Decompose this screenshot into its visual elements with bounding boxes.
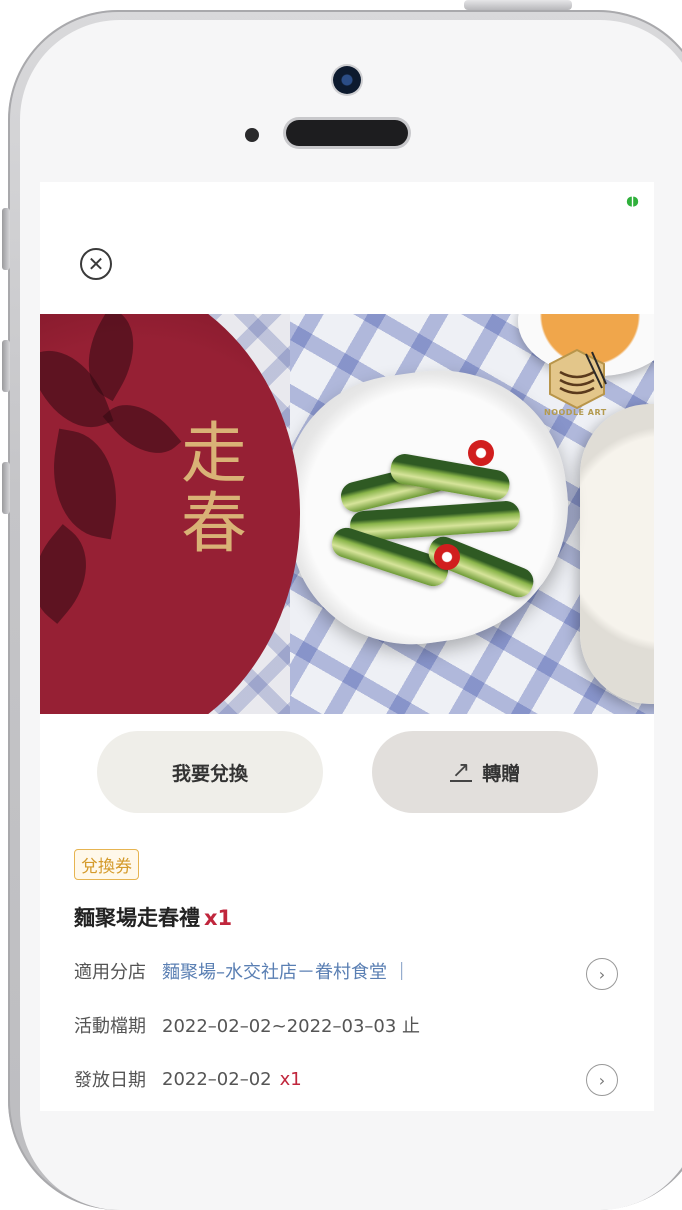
period-label: 活動檔期 xyxy=(74,1016,146,1037)
issue-date-value: 2022–02–02 xyxy=(162,1068,272,1090)
front-camera xyxy=(333,66,361,94)
battery-icon: ◖◗ xyxy=(626,194,639,209)
issue-date-row: 發放日期 2022–02–02 x1 xyxy=(74,1066,302,1092)
redeem-label: 我要兌換 xyxy=(171,762,248,785)
product-name: 麵聚場走春禮 xyxy=(74,906,200,930)
redeem-button[interactable]: 我要兌換 xyxy=(97,731,323,813)
coupon-type-badge: 兌換券 xyxy=(74,849,139,880)
store-value[interactable]: 麵聚場–水交社店－眷村食堂 ｜ xyxy=(162,958,411,984)
proximity-sensor xyxy=(245,128,259,142)
store-row: 適用分店 麵聚場–水交社店－眷村食堂 ｜ xyxy=(74,958,411,984)
chevron-right-icon: › xyxy=(598,964,606,984)
issue-detail-button[interactable]: › xyxy=(586,1064,618,1096)
banner-title: 走春 xyxy=(170,418,247,558)
earpiece-speaker xyxy=(286,120,408,146)
noodle-art-logo-icon xyxy=(549,348,607,410)
issue-date-label: 發放日期 xyxy=(74,1070,146,1091)
app-screen: ◖◗ ✕ NOODLE ART 走春 我要兌換 ↗ 轉贈 兌換券 麵聚場走春禮 … xyxy=(40,182,654,1111)
store-label: 適用分店 xyxy=(74,962,146,983)
chevron-right-icon: › xyxy=(598,1070,606,1090)
volume-up-button xyxy=(2,340,10,392)
close-button[interactable]: ✕ xyxy=(80,248,112,280)
side-button xyxy=(2,208,10,270)
store-detail-button[interactable]: › xyxy=(586,958,618,990)
close-icon: ✕ xyxy=(87,252,105,276)
logo-text: NOODLE ART xyxy=(544,408,607,417)
period-row: 活動檔期 2022–02–02~2022–03–03 止 xyxy=(74,1012,420,1038)
product-title: 麵聚場走春禮 x1 xyxy=(74,902,232,932)
period-value: 2022–02–02~2022–03–03 止 xyxy=(162,1016,421,1037)
food-plate-right xyxy=(580,404,654,704)
volume-down-button xyxy=(2,462,10,514)
coupon-banner-image: NOODLE ART 走春 xyxy=(40,314,654,714)
gift-button[interactable]: ↗ 轉贈 xyxy=(372,731,598,813)
gift-label: 轉贈 xyxy=(482,762,521,785)
product-qty: x1 xyxy=(204,906,233,930)
share-icon: ↗ xyxy=(449,758,473,783)
issue-qty: x1 xyxy=(279,1068,302,1090)
pickled-cucumbers xyxy=(328,440,540,604)
power-button xyxy=(464,0,572,10)
